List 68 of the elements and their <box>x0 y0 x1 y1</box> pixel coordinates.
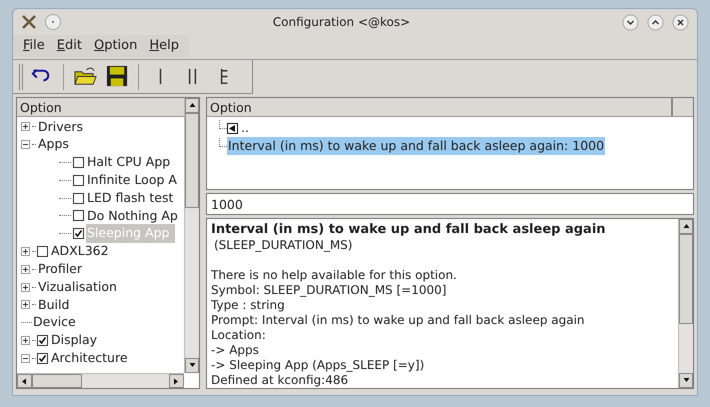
left-arrow-icon <box>20 376 29 386</box>
expand-icon[interactable] <box>21 336 30 345</box>
close-button[interactable] <box>672 14 689 30</box>
scroll-up-button[interactable] <box>679 219 693 234</box>
expand-icon[interactable] <box>21 122 30 132</box>
tree-item[interactable]: Apps <box>37 135 70 154</box>
scroll-down-button[interactable] <box>679 373 693 388</box>
help-title: Interval (in ms) to wake up and fall back asleep again <box>211 222 607 238</box>
vertical-scrollbar[interactable] <box>184 98 199 373</box>
help-text: -> Apps <box>211 343 260 358</box>
help-text: Defined at kconfig:486 <box>211 373 350 388</box>
expand-icon[interactable] <box>21 282 30 292</box>
collapse-icon[interactable] <box>21 140 30 150</box>
scroll-up-button[interactable] <box>185 98 199 113</box>
tree-item[interactable]: Device <box>32 313 77 332</box>
tree-item[interactable]: ADXL362 <box>50 242 110 261</box>
scroll-thumb[interactable] <box>679 234 693 324</box>
scroll-right-button[interactable] <box>169 374 184 388</box>
column-header[interactable]: Option <box>17 98 184 117</box>
app-logo-icon <box>21 14 37 30</box>
tree-item[interactable]: Display <box>50 331 98 350</box>
window-title: Configuration <@kos> <box>272 14 412 31</box>
help-text: Type : string <box>211 298 286 313</box>
menu-item[interactable]: Edit <box>50 35 88 57</box>
menu-item[interactable]: File <box>17 35 51 57</box>
help-text: Symbol: SLEEP_DURATION_MS [=1000] <box>211 283 448 298</box>
expand-icon[interactable] <box>21 246 30 256</box>
checkbox[interactable] <box>37 246 48 257</box>
menu-item[interactable]: Option <box>88 35 144 57</box>
tree-item[interactable]: Drivers <box>37 118 84 136</box>
tree-item[interactable]: Architecture <box>50 348 129 368</box>
tree-item[interactable]: Do Nothing Ap <box>86 206 179 226</box>
value-field[interactable]: 1000 <box>206 193 694 215</box>
menu-item[interactable]: Help <box>143 35 186 57</box>
tree-item[interactable]: Build <box>37 296 70 314</box>
expand-icon[interactable] <box>21 300 30 310</box>
symbol-name: (SLEEP_DURATION_MS) <box>213 238 354 253</box>
tree-item[interactable]: Vizualisation <box>37 278 118 296</box>
help-text: -> Sleeping App (Apps_SLEEP [=y]) <box>211 358 426 373</box>
list-item[interactable]: Interval (in ms) to wake up and fall back asleep again: 1000 <box>227 136 606 156</box>
up-arrow-icon <box>682 222 690 231</box>
minimize-button[interactable] <box>622 14 639 30</box>
collapse-icon[interactable] <box>21 354 30 363</box>
maximize-button[interactable] <box>647 14 664 30</box>
up-arrow-icon <box>188 101 196 110</box>
scroll-thumb[interactable] <box>32 374 82 388</box>
checkbox[interactable] <box>73 192 84 204</box>
vertical-scrollbar[interactable] <box>678 219 693 388</box>
tree-item[interactable]: Infinite Loop A <box>86 170 178 190</box>
help-text: Location: <box>211 328 267 343</box>
scroll-thumb[interactable] <box>185 113 199 208</box>
checkbox[interactable] <box>73 156 84 168</box>
back-icon <box>227 122 238 134</box>
tree-item[interactable]: LED flash test <box>86 188 174 208</box>
checked-checkbox[interactable] <box>37 352 48 364</box>
checked-checkbox[interactable] <box>73 228 84 240</box>
list-item[interactable]: .. <box>240 118 250 138</box>
checkbox[interactable] <box>73 174 84 186</box>
expand-icon[interactable] <box>21 264 30 274</box>
tree-item[interactable]: Profiler <box>37 260 84 279</box>
checked-checkbox[interactable] <box>37 334 48 346</box>
help-text: There is no help available for this option. <box>211 268 458 283</box>
scroll-left-button[interactable] <box>17 374 32 388</box>
tree-item[interactable]: Halt CPU App <box>86 153 172 172</box>
scroll-down-button[interactable] <box>185 358 199 373</box>
horizontal-scrollbar[interactable] <box>17 373 184 388</box>
help-text: Prompt: Interval (in ms) to wake up and fall back asleep again <box>211 313 586 328</box>
checkbox[interactable] <box>73 210 84 222</box>
